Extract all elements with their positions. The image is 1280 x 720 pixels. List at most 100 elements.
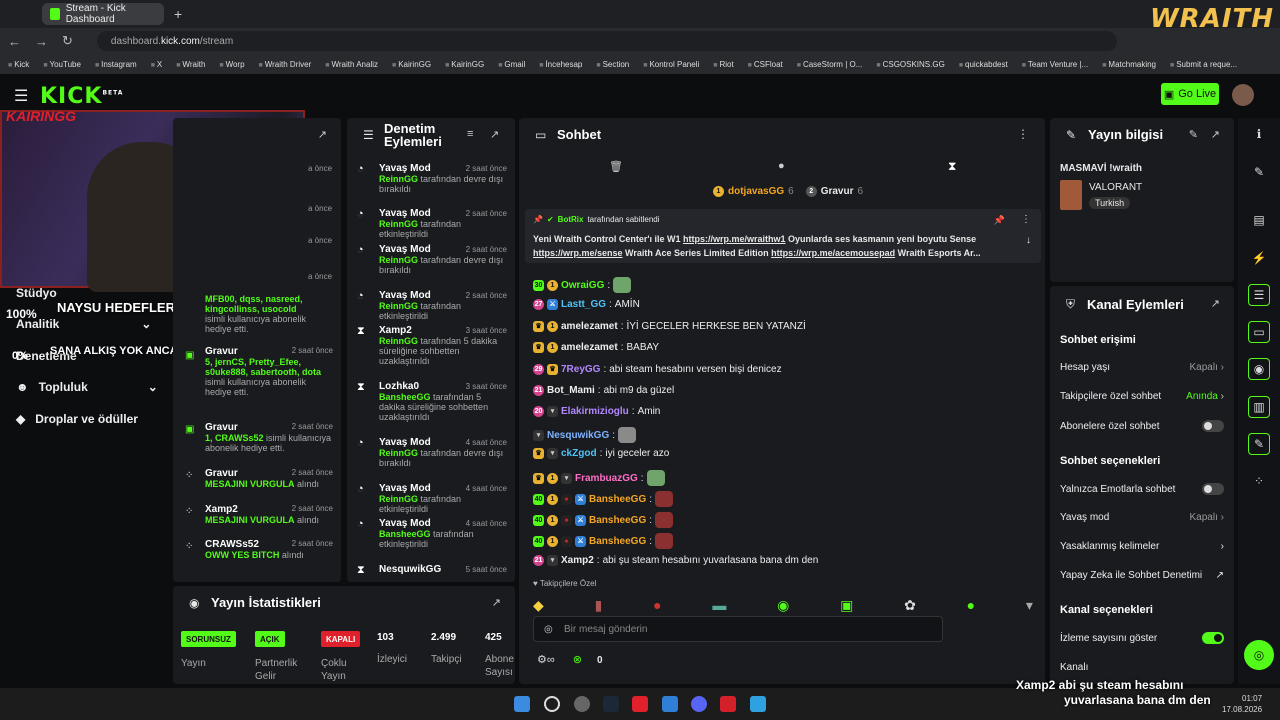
bookmark[interactable]: Submit a reque... [1170,60,1237,69]
points-icon[interactable]: ⊗ [573,653,582,666]
subs-chat-toggle[interactable] [1202,420,1224,432]
emote-icon[interactable]: ◆ [533,597,544,614]
stats-icon[interactable]: ▥ [1248,396,1270,418]
bookmark[interactable]: Team Venture |... [1022,60,1088,69]
forward-icon[interactable]: → [35,34,48,49]
steam-icon[interactable] [603,696,619,712]
pinned-by-user[interactable]: BotRix [558,215,584,224]
emoji-icon[interactable]: ◎ [544,624,553,635]
info-icon[interactable]: ℹ [1248,123,1270,145]
chat-message[interactable]: 27 ⚔ Lastt_GG: AMİN [533,299,640,310]
chat-username[interactable]: FrambuazGG [575,473,638,484]
emote-icon[interactable]: ▮ [595,597,603,614]
settings-icon[interactable]: ⚙∞ [537,653,555,666]
chat-message[interactable]: ▾ NesquwikGG: [533,427,637,443]
emote-icon[interactable]: ▬ [712,597,726,613]
bookmark[interactable]: quickabdest [959,60,1008,69]
windows-start-icon[interactable] [514,696,530,712]
lightning-icon[interactable]: ⚡ [1248,247,1270,269]
chat-message[interactable]: 40 1 ♠ ⚔ BansheeGG: [533,533,674,549]
popout-icon[interactable]: ↗ [1211,128,1220,141]
arrow-down-icon[interactable]: ↓ [1026,235,1031,246]
app-icon[interactable] [750,696,766,712]
chat-icon[interactable]: ● [778,160,785,172]
url-field[interactable]: dashboard. kick.com/stream [96,31,1117,51]
category-name[interactable]: VALORANT [1089,182,1142,193]
unpin-icon[interactable]: 📌 [994,215,1005,226]
chat-icon[interactable]: ▭ [1248,321,1270,343]
chat-username[interactable]: BansheeGG [589,515,646,526]
bookmark[interactable]: Worp [219,60,245,69]
trash-icon[interactable]: 🗑 [609,160,623,173]
bookmark[interactable]: Section [596,60,630,69]
bookmark[interactable]: Instagram [95,60,137,69]
bookmark[interactable]: Riot [713,60,733,69]
popout-icon[interactable]: ↗ [1211,297,1220,310]
chat-message[interactable]: 21 ▾ Xamp2: abi şu steam hesabını yuvarlas… [533,555,818,566]
pinned-link[interactable]: https://wrp.me/wraithw1 [683,234,786,244]
chat-username[interactable]: Bot_Mami [547,385,595,396]
bookmark[interactable]: CSFloat [748,60,783,69]
bookmark[interactable]: Gmail [498,60,525,69]
chat-username[interactable]: OwraiGG [561,280,604,291]
search-icon[interactable] [544,696,560,712]
bookmark[interactable]: Kick [8,60,29,69]
chat-username[interactable]: amelezamet [561,321,618,332]
filter-icon[interactable]: ≡ [467,128,473,140]
chat-message[interactable]: 40 1 ♠ ⚔ BansheeGG: [533,512,674,528]
emote-only-toggle[interactable] [1202,483,1224,495]
chat-message[interactable]: ♛ 1 ▾ FrambuazGG: [533,470,665,486]
hamburger-menu-icon[interactable]: ☰ [14,86,28,106]
chat-message[interactable]: 21 Bot_Mami: abi m9 da güzel [533,385,674,396]
card-icon[interactable]: ▤ [1248,209,1270,231]
channel-row[interactable]: Kanalı [1060,662,1224,673]
emote-icon[interactable]: ● [653,597,661,613]
back-icon[interactable]: ← [8,34,21,49]
bookmark[interactable]: Matchmaking [1102,60,1156,69]
chat-username[interactable]: ckZgod [561,448,597,459]
app-icon[interactable] [574,696,590,712]
emote-icon[interactable]: ✿ [904,597,916,614]
kick-logo[interactable]: KICKBETA [40,84,123,109]
chat-message[interactable]: 20 ▾ Elakirmizioglu: Amin [533,406,660,417]
chat-message[interactable]: ♛ ▾ ckZgod: iyi geceler azo [533,448,669,459]
chat-username[interactable]: Xamp2 [561,555,594,566]
list-icon[interactable]: ☰ [1248,284,1270,306]
pinned-link[interactable]: https://wrp.me/acemousepad [771,248,895,258]
bookmark[interactable]: YouTube [43,60,81,69]
gifter-name[interactable]: dotjavasGG [728,186,784,197]
nav-studio[interactable]: Stüdyo [16,286,57,300]
browser-tab[interactable]: Stream - Kick Dashboard [42,3,164,25]
pinned-link[interactable]: https://wrp.me/sense [533,248,623,258]
bookmark[interactable]: X [151,60,162,69]
emote-icon[interactable]: ▣ [840,597,853,614]
popout-icon[interactable]: ↗ [490,128,499,141]
reload-icon[interactable]: ↻ [62,33,73,49]
chat-message[interactable]: ♛ 1 amelezamet: İYİ GECELER HERKESE BEN YA… [533,321,806,332]
pinned-message[interactable]: 📌 ✔ BotRix tarafından sabitlendi 📌 ⋮ ↓ Y… [525,209,1041,263]
nav-drops[interactable]: ◆ Droplar ve ödüller [16,412,138,426]
account-age-row[interactable]: Hesap yaşı Kapalı › [1060,362,1224,373]
bookmark[interactable]: Wraith Driver [259,60,312,69]
popout-icon[interactable]: ↗ [492,596,501,609]
chat-username[interactable]: amelezamet [561,342,618,353]
show-viewers-toggle[interactable] [1202,632,1224,644]
chat-username[interactable]: BansheeGG [589,536,646,547]
edit-icon[interactable]: ✎ [1248,161,1270,183]
app-icon[interactable] [720,696,736,712]
gifter-name[interactable]: Gravur [821,186,854,197]
category-thumbnail[interactable] [1060,180,1082,210]
chat-username[interactable]: 7ReyGG [561,364,600,375]
followers-chat-row[interactable]: Takipçilere özel sohbet Anında › [1060,391,1224,402]
vivaldi-icon[interactable] [632,696,648,712]
chat-username[interactable]: NesquwikGG [547,430,609,441]
emote-icon[interactable]: ▾ [1026,597,1033,614]
bookmark[interactable]: Kontrol Paneli [643,60,699,69]
edit-icon[interactable]: ✎ [1189,128,1198,141]
ai-moderation-row[interactable]: Yapay Zeka ile Sohbet Denetimi ↗ [1060,570,1224,581]
wrench-icon[interactable]: ✎ [1248,433,1270,455]
hourglass-icon[interactable]: ⧗ [948,159,956,174]
chat-message[interactable]: 30 1 OwraiGG: [533,277,632,293]
help-icon[interactable]: ◎ [1244,640,1274,670]
chat-message[interactable]: ♛ 1 amelezamet: BABAY [533,342,659,353]
